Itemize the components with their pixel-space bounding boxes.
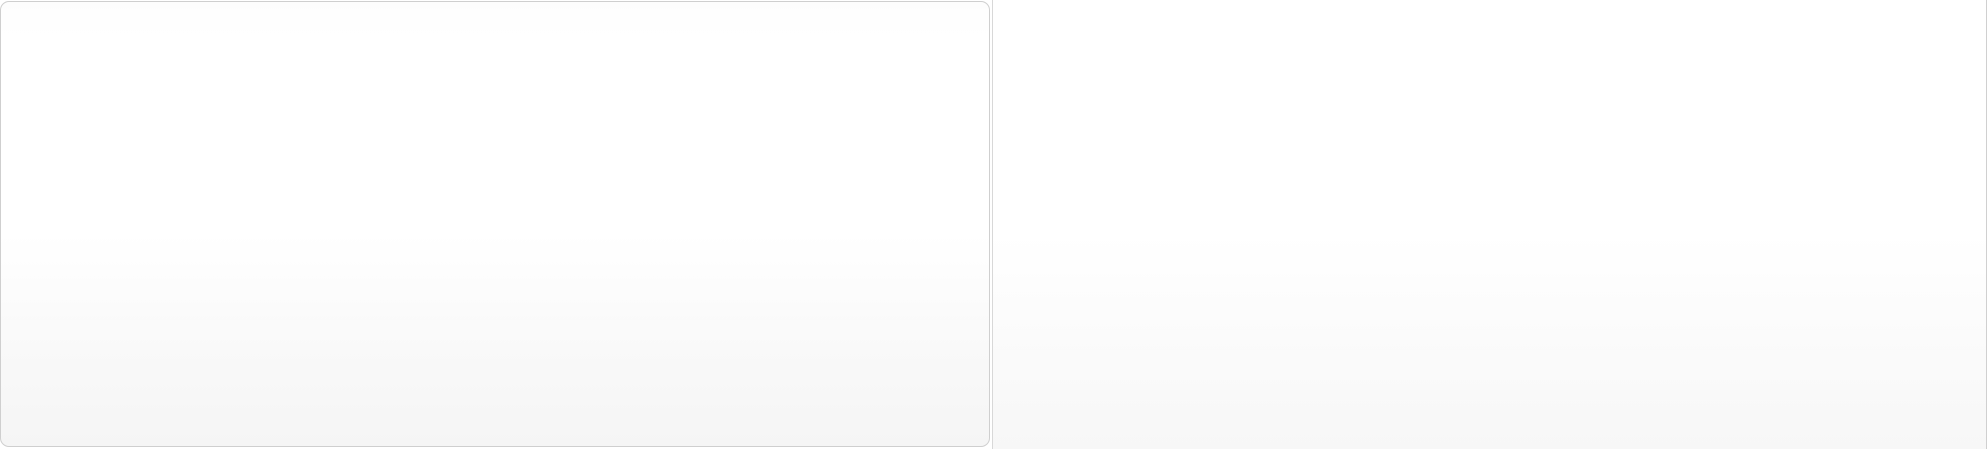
left-panel (0, 1, 990, 447)
right-panel (993, 0, 1987, 449)
split-view (0, 0, 1988, 449)
